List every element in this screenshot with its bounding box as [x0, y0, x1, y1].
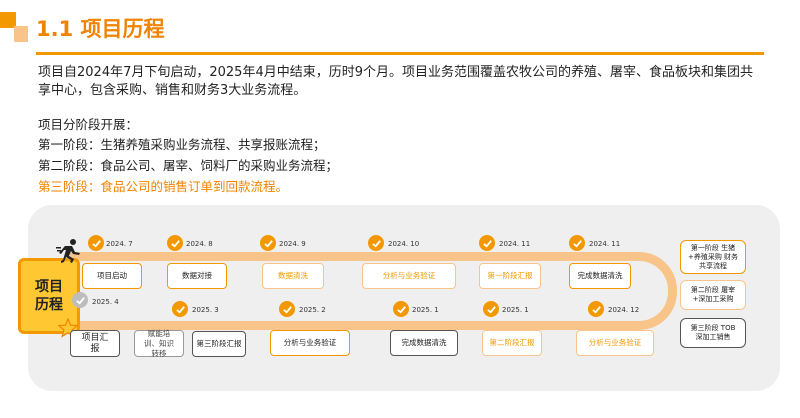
milestone-box: 第一阶段汇报 — [479, 263, 541, 289]
check-icon — [172, 301, 188, 317]
milestone-box: 赋能培训、知识转移 — [134, 329, 184, 358]
phase-card-1: 第一阶段 生猪+养殖采购 财务共享流程 — [680, 240, 746, 274]
milestone-date: 2025. 3 — [192, 306, 219, 314]
section-title: 1.1 项目历程 — [36, 17, 165, 41]
check-icon — [483, 301, 499, 317]
milestone-date: 2025. 2 — [299, 306, 326, 314]
milestone-date: 2024. 11 — [589, 240, 621, 248]
milestone-box: 完成数据清洗 — [390, 330, 458, 356]
intro-line-2: 享中心，包含采购、销售和财务3大业务流程。 — [38, 83, 307, 98]
milestone-date: 2024. 12 — [608, 306, 640, 314]
check-icon — [368, 235, 384, 251]
runner-icon — [56, 239, 80, 263]
check-icon — [569, 235, 585, 251]
intro-line-1: 项目自2024年7月下旬启动，2025年4月中结束，历时9个月。项目业务范围覆盖… — [38, 65, 753, 80]
milestone-date: 2024. 9 — [279, 240, 306, 248]
check-icon — [72, 292, 88, 308]
milestone-box: 数据清洗 — [262, 263, 324, 289]
milestone-date: 2025. 1 — [412, 306, 439, 314]
check-icon — [393, 301, 409, 317]
phases-heading: 项目分阶段开展： — [38, 117, 139, 132]
milestone-box: 第二阶段汇报 — [482, 330, 542, 356]
milestone-box: 数据对接 — [167, 263, 227, 289]
milestone-box: 第三阶段汇报 — [192, 331, 246, 357]
phase-card-2: 第二阶段 屠宰+深加工采购 — [680, 280, 746, 310]
milestone-box: 分析与业务验证 — [270, 330, 350, 356]
milestone-box: 项目启动 — [82, 263, 142, 289]
milestone-box: 分析与业务验证 — [362, 263, 456, 289]
milestone-date: 2025. 4 — [92, 298, 119, 306]
phase-2: 第二阶段：食品公司、屠宰、饲料厂的采购业务流程； — [38, 158, 339, 173]
timeline-label: 项目历程 — [35, 279, 63, 313]
phase-card-3: 第三阶段 TOB深加工销售 — [680, 318, 746, 348]
check-icon — [88, 235, 104, 251]
header-deco-square-light — [14, 26, 28, 42]
milestone-date: 2025. 1 — [502, 306, 529, 314]
milestone-date: 2024. 11 — [499, 240, 531, 248]
milestone-box: 完成数据清洗 — [569, 263, 631, 289]
milestone-date: 2024. 8 — [186, 240, 213, 248]
check-icon — [167, 235, 183, 251]
phase-3: 第三阶段：食品公司的销售订单到回款流程。 — [38, 179, 289, 194]
milestone-date: 2024. 7 — [106, 240, 133, 248]
intro-paragraph: 项目自2024年7月下旬启动，2025年4月中结束，历时9个月。项目业务范围覆盖… — [38, 64, 768, 100]
check-icon — [479, 235, 495, 251]
check-icon — [279, 301, 295, 317]
milestone-box: 项目汇报 — [70, 330, 120, 357]
check-icon — [260, 235, 276, 251]
milestone-box: 分析与业务验证 — [576, 330, 654, 356]
milestone-date: 2024. 10 — [388, 240, 420, 248]
check-icon — [588, 301, 604, 317]
title-divider — [36, 52, 764, 55]
phase-1: 第一阶段：生猪养殖采购业务流程、共享报账流程； — [38, 137, 326, 152]
